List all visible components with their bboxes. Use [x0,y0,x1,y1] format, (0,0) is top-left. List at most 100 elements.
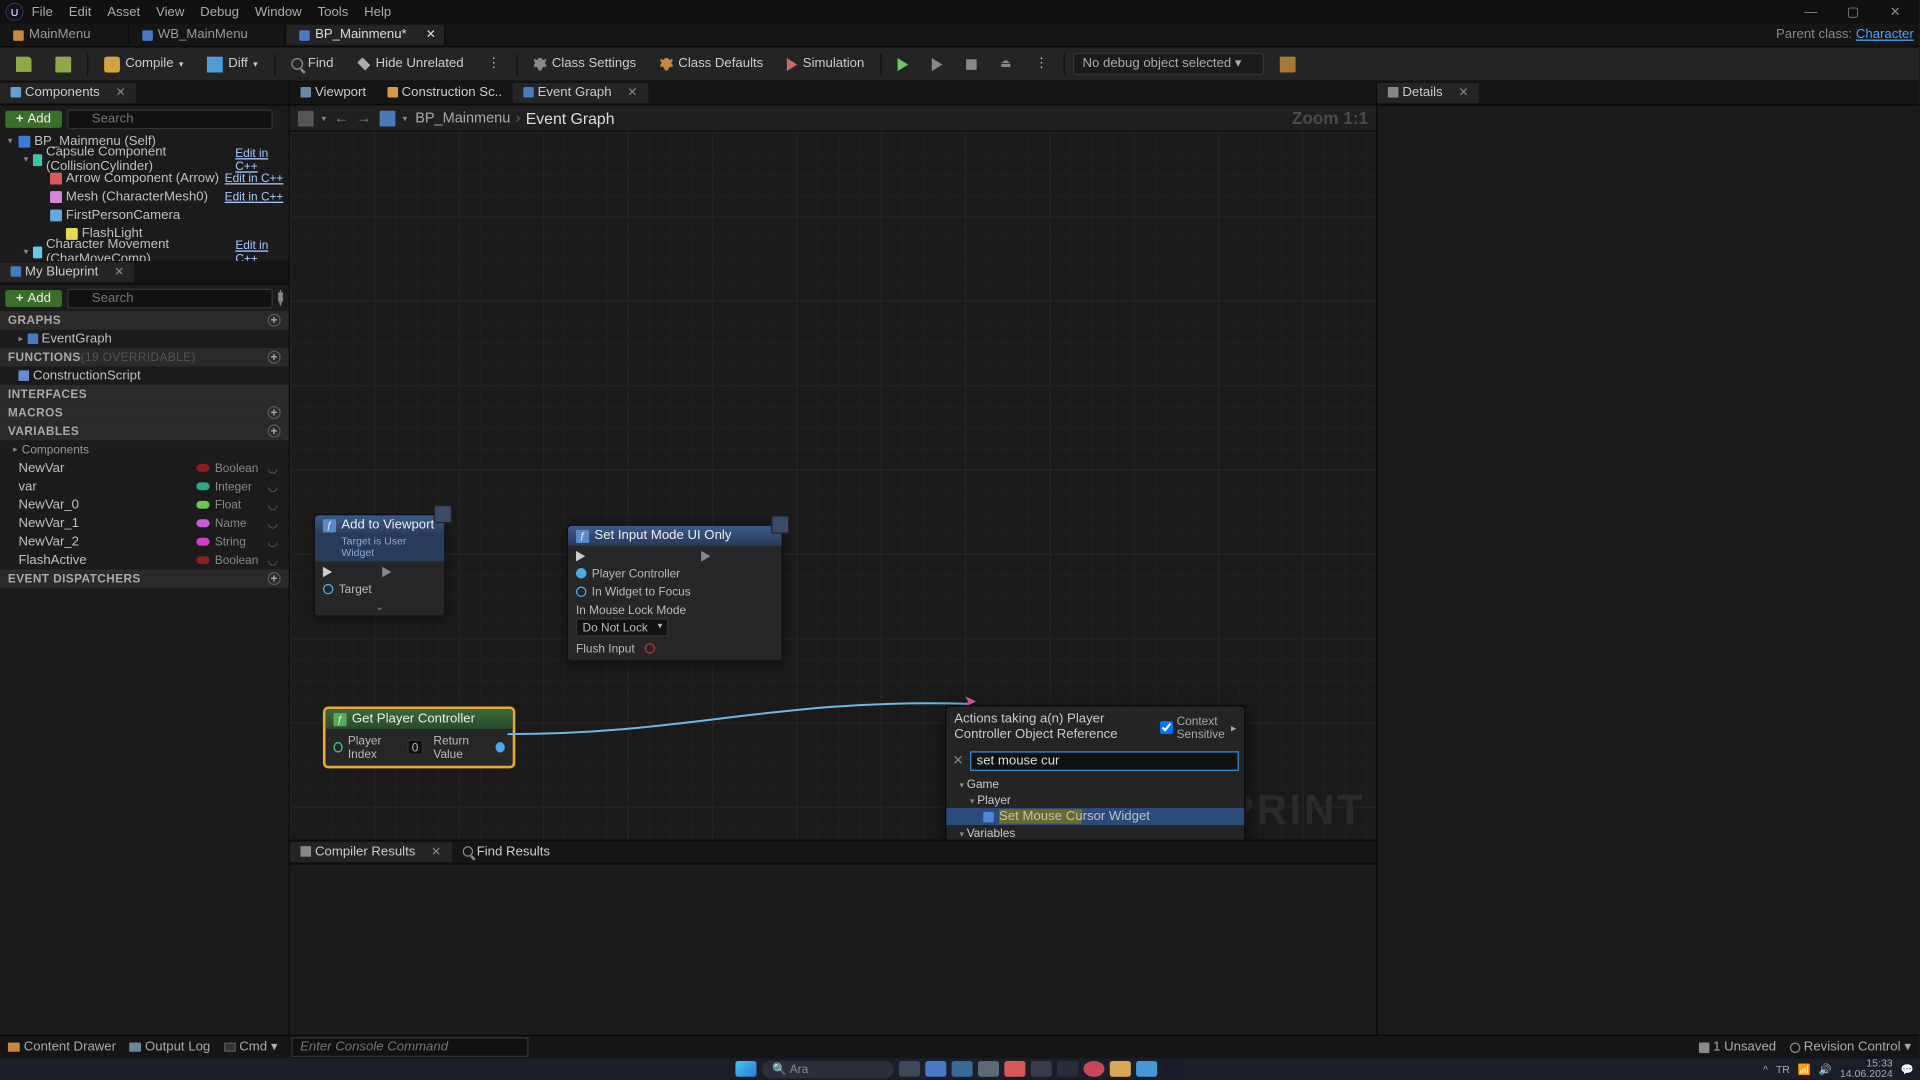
taskbar-app[interactable] [1110,1061,1131,1077]
exec-out-pin[interactable] [701,551,710,562]
diff-button[interactable]: Diff ▾ [199,53,265,74]
clear-search-button[interactable]: ✕ [952,754,965,768]
debug-locate-button[interactable] [1272,53,1304,74]
component-row[interactable]: ▾Character Movement (CharMoveComp)Edit i… [0,243,289,261]
edit-cpp-link[interactable]: Edit in C++ [225,190,284,203]
type-pill[interactable] [196,464,209,472]
variable-row[interactable]: varInteger◡ [0,477,289,495]
save-button[interactable] [8,53,40,74]
context-search-input[interactable] [970,751,1239,771]
category-game[interactable]: Game [946,776,1244,792]
class-defaults-button[interactable]: Class Defaults [652,54,771,74]
node-add-to-viewport[interactable]: ƒAdd to Viewport Target is User Widget T… [314,514,446,617]
variable-row[interactable]: NewVar_0Float◡ [0,496,289,514]
component-row[interactable]: Arrow Component (Arrow)Edit in C++ [0,169,289,187]
find-button[interactable]: Find [283,54,342,74]
context-sensitive-checkbox[interactable]: Context Sensitive▸ [1159,712,1236,744]
breadcrumb-graph[interactable]: Event Graph [526,109,615,127]
close-panel-icon[interactable]: ✕ [114,265,124,278]
file-tab-mainmenu[interactable]: MainMenu [0,25,129,45]
file-tab-wbmainmenu[interactable]: WB_MainMenu [129,25,286,45]
close-panel-icon[interactable]: ✕ [116,86,126,99]
type-pill[interactable] [196,501,209,509]
maximize-button[interactable]: ▢ [1835,5,1872,19]
add-macro-button[interactable]: + [268,406,281,419]
section-functions[interactable]: FUNCTIONS (19 OVERRIDABLE)+ [0,348,289,366]
menu-view[interactable]: View [156,5,184,19]
nav-forward-button[interactable]: → [357,110,371,126]
stop-button[interactable] [958,56,984,72]
function-item-construction[interactable]: ConstructionScript [0,366,289,384]
widget-focus-pin[interactable]: In Widget to Focus [576,585,691,598]
compile-button[interactable]: Compile ▾ [96,53,191,74]
taskbar-app[interactable] [1162,1061,1183,1077]
taskbar-app[interactable] [1031,1061,1052,1077]
player-index-input[interactable]: 0 [407,739,423,755]
minimize-button[interactable]: — [1792,5,1829,19]
exec-out-pin[interactable] [382,567,391,578]
add-component-button[interactable]: Add [5,110,61,127]
add-variable-button[interactable]: + [268,424,281,437]
variable-row[interactable]: NewVar_2String◡ [0,532,289,550]
tray-volume-icon[interactable]: 🔊 [1819,1063,1832,1075]
section-macros[interactable]: MACROS+ [0,403,289,421]
step-button[interactable] [924,55,950,73]
nav-back-button[interactable]: ← [334,110,348,126]
close-panel-icon[interactable]: ✕ [1458,86,1468,99]
content-drawer-button[interactable]: Content Drawer [8,1040,116,1054]
taskbar-app[interactable] [978,1061,999,1077]
file-tab-bpmainmenu[interactable]: BP_Mainmenu*✕ [286,25,445,45]
close-tab-icon[interactable]: ✕ [627,86,637,99]
hide-options-button[interactable]: ⋮ [479,54,508,74]
expand-node-icon[interactable]: ⌄ [315,601,444,615]
component-row[interactable]: ▾Capsule Component (CollisionCylinder)Ed… [0,150,289,168]
start-button[interactable] [735,1061,756,1077]
type-pill[interactable] [196,556,209,564]
variable-row[interactable]: NewVar_1Name◡ [0,514,289,532]
play-options-button[interactable]: ⋮ [1027,54,1056,74]
flush-input-pin[interactable]: Flush Input [576,642,691,655]
tab-event-graph[interactable]: Event Graph✕ [513,83,648,103]
gear-icon[interactable] [278,290,284,306]
player-index-pin[interactable]: Player Index0 [333,734,422,760]
edit-cpp-link[interactable]: Edit in C++ [235,146,283,172]
close-button[interactable]: ✕ [1877,5,1914,19]
tab-viewport[interactable]: Viewport [290,83,377,103]
taskbar-app[interactable] [899,1061,920,1077]
taskbar-app[interactable] [952,1061,973,1077]
menu-tools[interactable]: Tools [318,5,349,19]
tray-chevron-icon[interactable]: ^ [1763,1063,1768,1075]
type-pill[interactable] [196,519,209,527]
taskbar-search[interactable]: 🔍 Ara [762,1060,894,1077]
graph-item-eventgraph[interactable]: ▸EventGraph [0,330,289,348]
tab-find-results[interactable]: Find Results [452,842,561,862]
component-row[interactable]: Mesh (CharacterMesh0)Edit in C++ [0,187,289,205]
category-variables[interactable]: Variables [946,825,1244,839]
add-blueprint-button[interactable]: Add [5,289,61,306]
revision-control-button[interactable]: Revision Control ▾ [1789,1040,1911,1054]
class-settings-button[interactable]: Class Settings [526,54,645,74]
lock-mode-select[interactable]: Do Not Lock [576,618,668,636]
components-search-input[interactable] [67,109,273,129]
taskbar-app[interactable] [1057,1061,1078,1077]
close-panel-icon[interactable]: ✕ [431,845,441,858]
visibility-icon[interactable]: ◡ [268,534,281,548]
tray-notifications-icon[interactable]: 💬 [1901,1063,1914,1075]
tab-my-blueprint[interactable]: My Blueprint✕ [0,262,135,282]
blueprint-search-input[interactable] [67,288,273,308]
cmd-select[interactable]: Cmd ▾ [223,1040,277,1054]
taskbar-app[interactable] [925,1061,946,1077]
graph-type-icon[interactable] [379,110,395,126]
taskbar-app[interactable] [1004,1061,1025,1077]
output-log-button[interactable]: Output Log [129,1040,210,1054]
section-event-dispatchers[interactable]: EVENT DISPATCHERS+ [0,569,289,587]
browse-button[interactable] [47,53,79,74]
unsaved-indicator[interactable]: 1 Unsaved [1699,1040,1777,1054]
add-function-button[interactable]: + [268,351,281,364]
tab-details[interactable]: Details✕ [1377,83,1479,103]
visibility-icon[interactable]: ◡ [268,553,281,567]
return-value-pin[interactable]: Return Value [433,734,504,760]
menu-edit[interactable]: Edit [69,5,92,19]
tab-construction-script[interactable]: Construction Sc.. [377,83,513,103]
node-get-player-controller[interactable]: ƒGet Player Controller Player Index0 Ret… [324,708,514,767]
